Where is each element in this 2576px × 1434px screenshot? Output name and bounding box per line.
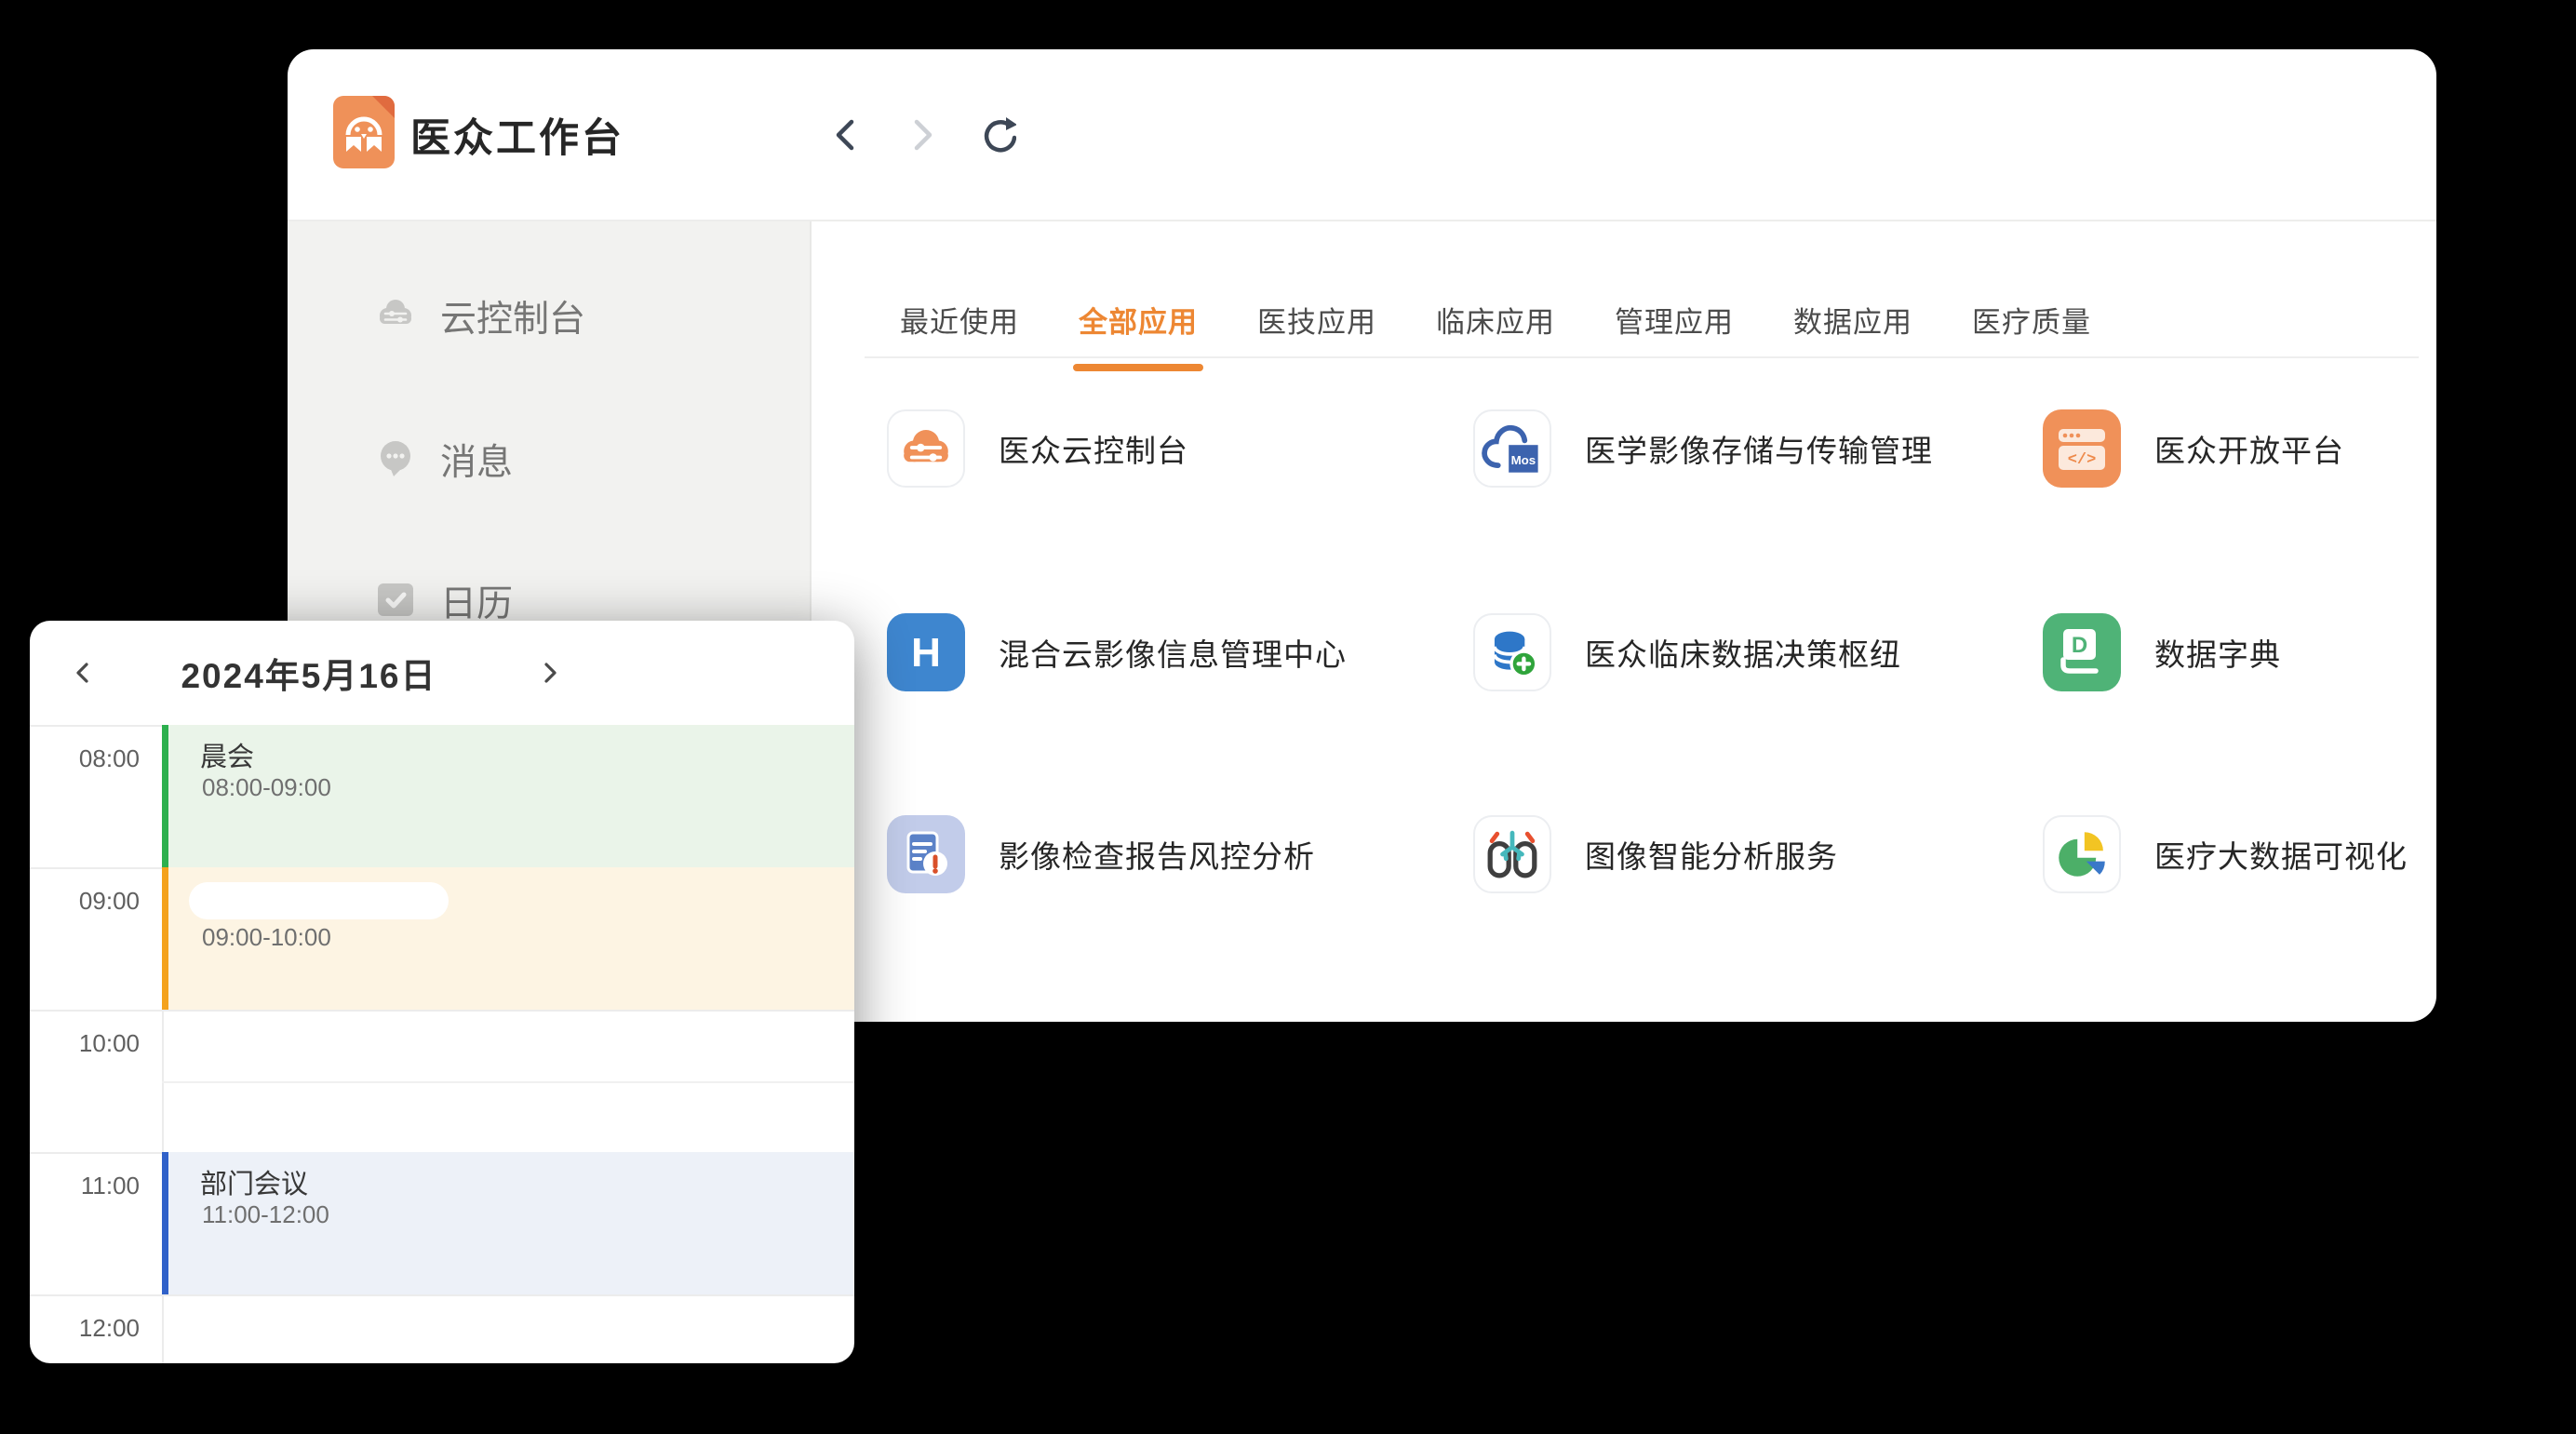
event-time: 08:00-09:00: [202, 773, 331, 802]
open-platform-code-icon: </>: [2043, 409, 2121, 488]
app-item-report-risk-analysis[interactable]: 影像检查报告风控分析: [887, 815, 1315, 893]
clinical-database-icon: [1473, 613, 1551, 691]
redacted-title-pill: [189, 882, 449, 919]
tab-clinical-apps[interactable]: 临床应用: [1436, 286, 1555, 371]
app-label: 医众临床数据决策枢纽: [1585, 630, 1901, 675]
app-label: 医学影像存储与传输管理: [1585, 426, 1933, 471]
calendar-prev-day-button[interactable]: [63, 652, 104, 693]
calendar-date-label: 2024年5月16日: [114, 621, 504, 725]
app-label: 医众开放平台: [2154, 426, 2344, 471]
calendar-next-day-button[interactable]: [529, 652, 570, 693]
refresh-button[interactable]: [974, 114, 1017, 156]
app-logo-icon: [333, 96, 395, 168]
calendar-header: 2024年5月16日: [30, 621, 854, 727]
svg-text:Mos: Mos: [1511, 453, 1536, 467]
time-label: 09:00: [30, 887, 140, 915]
app-title: 医众工作台: [410, 49, 624, 220]
sidebar-item-label: 消息: [440, 434, 513, 486]
tab-all-apps[interactable]: 全部应用: [1079, 286, 1198, 371]
sidebar-item-label: 云控制台: [440, 290, 585, 342]
back-button[interactable]: [825, 114, 868, 156]
sidebar-item-messages[interactable]: 消息: [370, 433, 513, 487]
svg-text:</>: </>: [2068, 451, 2097, 469]
report-risk-icon: [887, 815, 965, 893]
hybrid-cloud-h-icon: H: [887, 613, 965, 691]
app-item-imaging-storage[interactable]: Mos 医学影像存储与传输管理: [1473, 409, 1933, 488]
app-item-data-dictionary[interactable]: D 数据字典: [2043, 613, 2281, 691]
cloud-settings-icon: [370, 289, 421, 344]
app-label: 医众云控制台: [999, 426, 1188, 471]
cloud-console-icon: [887, 409, 965, 488]
svg-text:H: H: [911, 630, 941, 676]
event-time: 09:00-10:00: [202, 923, 331, 952]
tab-medtech-apps[interactable]: 医技应用: [1257, 286, 1376, 371]
time-label: 11:00: [30, 1172, 140, 1199]
sidebar-item-label: 日历: [440, 575, 513, 627]
calendar-event-department-meeting[interactable]: 部门会议 11:00-12:00: [162, 1152, 854, 1294]
app-label: 医疗大数据可视化: [2154, 832, 2408, 877]
window-header: 医众工作台: [288, 49, 2436, 221]
nav-group: [825, 49, 1017, 220]
event-time: 11:00-12:00: [202, 1200, 329, 1229]
calendar-event-morning-meeting[interactable]: 晨会 08:00-09:00: [162, 725, 854, 867]
tab-data-apps[interactable]: 数据应用: [1793, 286, 1912, 371]
app-item-big-data-visualization[interactable]: 医疗大数据可视化: [2043, 815, 2408, 893]
tab-management-apps[interactable]: 管理应用: [1615, 286, 1734, 371]
forward-button[interactable]: [900, 114, 943, 156]
big-data-pie-icon: [2043, 815, 2121, 893]
app-label: 数据字典: [2154, 630, 2281, 675]
calendar-event-redacted[interactable]: 09:00-10:00: [162, 867, 854, 1010]
sidebar-item-cloud-console[interactable]: 云控制台: [370, 289, 585, 343]
event-title: 晨会: [200, 742, 854, 773]
time-label: 12:00: [30, 1314, 140, 1342]
tab-quality[interactable]: 医疗质量: [1972, 286, 2091, 371]
mos-cloud-icon: Mos: [1473, 409, 1551, 488]
app-item-hybrid-cloud-center[interactable]: H 混合云影像信息管理中心: [887, 613, 1347, 691]
svg-text:D: D: [2072, 633, 2087, 658]
calendar-panel: 2024年5月16日 08:00 09:00 10:00 11:00 12:00…: [30, 621, 854, 1363]
app-item-clinical-data-hub[interactable]: 医众临床数据决策枢纽: [1473, 613, 1901, 691]
data-dictionary-icon: D: [2043, 613, 2121, 691]
event-title: 部门会议: [200, 1169, 854, 1200]
app-item-image-ai-service[interactable]: 图像智能分析服务: [1473, 815, 1838, 893]
half-hour-gridline: [162, 1081, 854, 1083]
hour-gridline: [30, 1010, 854, 1012]
app-label: 影像检查报告风控分析: [999, 832, 1315, 877]
image-ai-lungs-icon: [1473, 815, 1551, 893]
hour-gridline: [30, 1294, 854, 1296]
app-item-open-platform[interactable]: </> 医众开放平台: [2043, 409, 2344, 488]
tab-bar: 最近使用 全部应用 医技应用 临床应用 管理应用 数据应用 医疗质量: [900, 286, 2091, 371]
message-bubble-icon: [370, 433, 421, 488]
tab-recent[interactable]: 最近使用: [900, 286, 1019, 371]
app-label: 图像智能分析服务: [1585, 832, 1838, 877]
app-item-cloud-console[interactable]: 医众云控制台: [887, 409, 1188, 488]
time-label: 10:00: [30, 1029, 140, 1057]
app-label: 混合云影像信息管理中心: [999, 630, 1347, 675]
time-label: 08:00: [30, 744, 140, 772]
